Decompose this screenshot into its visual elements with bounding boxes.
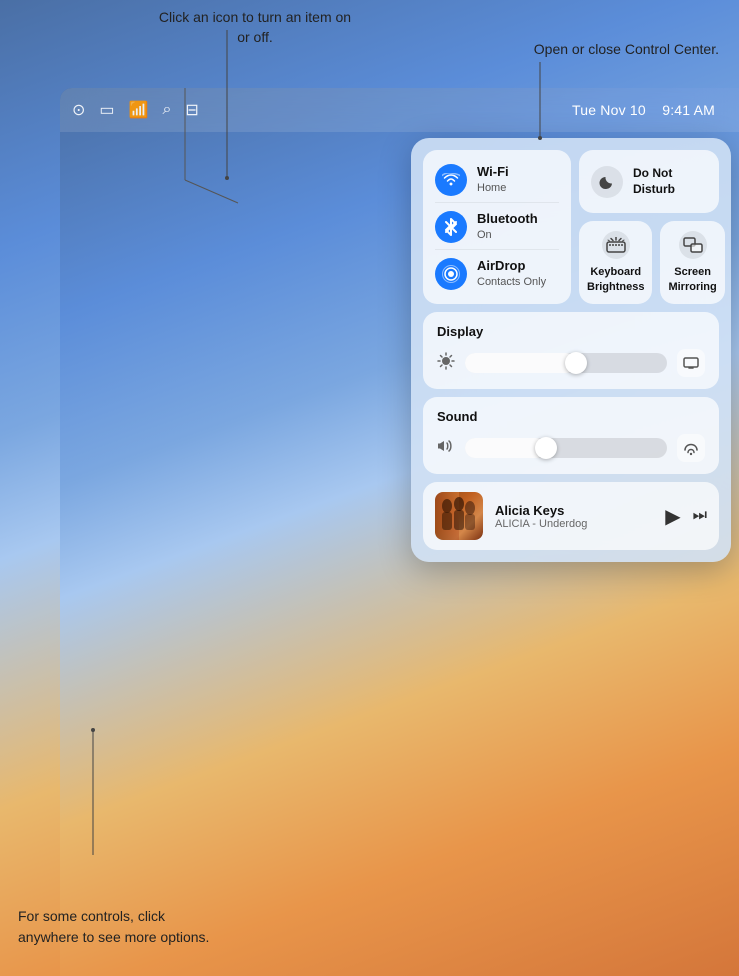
keyboard-brightness-icon [602,231,630,259]
search-icon[interactable]: ⌕ [162,101,171,119]
moon-svg [598,173,616,191]
track-name: Alicia Keys [495,503,653,518]
control-center-icon[interactable]: ⊟ [185,100,198,120]
dnd-icon [591,166,623,198]
cc-quick-toggles: Do Not Disturb [579,150,719,304]
keyboard-brightness-svg [606,237,626,253]
playback-controls: ▶ ⏭ [665,504,707,529]
wifi-item[interactable]: Wi-Fi Home [435,158,559,203]
now-playing-section: Alicia Keys ALICIA - Underdog ▶ ⏭ [423,482,719,550]
annotation-click-icon: Click an icon to turn an item on or off. [155,8,355,47]
annotation-open-close: Open or close Control Center. [499,40,719,60]
display-slider-fill [465,353,576,373]
brightness-icon [437,352,455,375]
sound-title: Sound [437,409,705,424]
airdrop-text: AirDrop Contacts Only [477,258,546,289]
airplay-svg [683,440,699,456]
airdrop-item[interactable]: AirDrop Contacts Only [435,252,559,296]
wifi-svg [442,173,460,187]
volume-icon [437,437,455,460]
screen: ⊙ ▭ 📶 ⌕ ⊟ Tue Nov 10 9:41 AM [60,88,739,976]
screen-mirroring-icon [679,231,707,259]
annotation-more-options: For some controls, click anywhere to see… [18,906,218,948]
bluetooth-label: Bluetooth [477,211,538,228]
play-button[interactable]: ▶ [665,504,680,529]
bluetooth-sublabel: On [477,228,538,242]
cc-connectivity-panel: Wi-Fi Home Bluetooth On [423,150,571,304]
airdrop-svg [442,265,460,283]
volume-svg [437,437,455,455]
sound-slider-row [437,434,705,462]
wifi-text: Wi-Fi Home [477,164,509,195]
monitor-icon [683,357,699,369]
keyboard-brightness-toggle[interactable]: Keyboard Brightness [579,221,652,304]
menubar-left-icons: ⊙ ▭ 📶 ⌕ ⊟ [72,100,560,120]
menubar: ⊙ ▭ 📶 ⌕ ⊟ Tue Nov 10 9:41 AM [60,88,739,132]
wifi-sublabel: Home [477,181,509,195]
itunes-icon[interactable]: ⊙ [72,100,85,120]
menubar-datetime: Tue Nov 10 9:41 AM [572,102,715,118]
display-title: Display [437,324,705,339]
screen-mirroring-toggle[interactable]: Screen Mirroring [660,221,724,304]
keyboard-brightness-label: Keyboard Brightness [587,265,644,294]
track-artist: ALICIA - Underdog [495,518,653,530]
sound-slider-thumb[interactable] [535,437,557,459]
airdrop-label: AirDrop [477,258,546,275]
display-slider-row [437,349,705,377]
bluetooth-text: Bluetooth On [477,211,538,242]
airdrop-toggle-icon [435,258,467,290]
now-playing-info: Alicia Keys ALICIA - Underdog [495,503,653,530]
airdrop-sublabel: Contacts Only [477,275,546,289]
screen-mirroring-svg [683,237,703,253]
menubar-date: Tue Nov 10 [572,102,646,118]
display-slider-thumb[interactable] [565,352,587,374]
bluetooth-item[interactable]: Bluetooth On [435,205,559,250]
wifi-toggle-icon [435,164,467,196]
control-center-panel: Wi-Fi Home Bluetooth On [411,138,731,562]
wifi-label: Wi-Fi [477,164,509,181]
skip-forward-button[interactable]: ⏭ [693,507,707,525]
do-not-disturb-toggle[interactable]: Do Not Disturb [579,150,719,213]
album-art [435,492,483,540]
cc-top-row: Wi-Fi Home Bluetooth On [423,150,719,304]
brightness-svg [437,352,455,370]
sound-slider-fill [465,438,546,458]
sound-section: Sound [423,397,719,474]
display-settings-icon[interactable] [677,349,705,377]
battery-icon[interactable]: ▭ [99,100,114,120]
wifi-icon[interactable]: 📶 [129,100,149,120]
display-section: Display [423,312,719,389]
screen-mirroring-label: Screen Mirroring [668,265,716,294]
bluetooth-toggle-icon [435,211,467,243]
menubar-time: 9:41 AM [662,102,715,118]
sound-slider[interactable] [465,438,667,458]
dnd-label: Do Not Disturb [633,166,707,197]
airplay-icon[interactable] [677,434,705,462]
display-slider[interactable] [465,353,667,373]
cc-bottom-toggles: Keyboard Brightness Screen Mirroring [579,221,719,304]
bluetooth-svg [444,218,458,236]
